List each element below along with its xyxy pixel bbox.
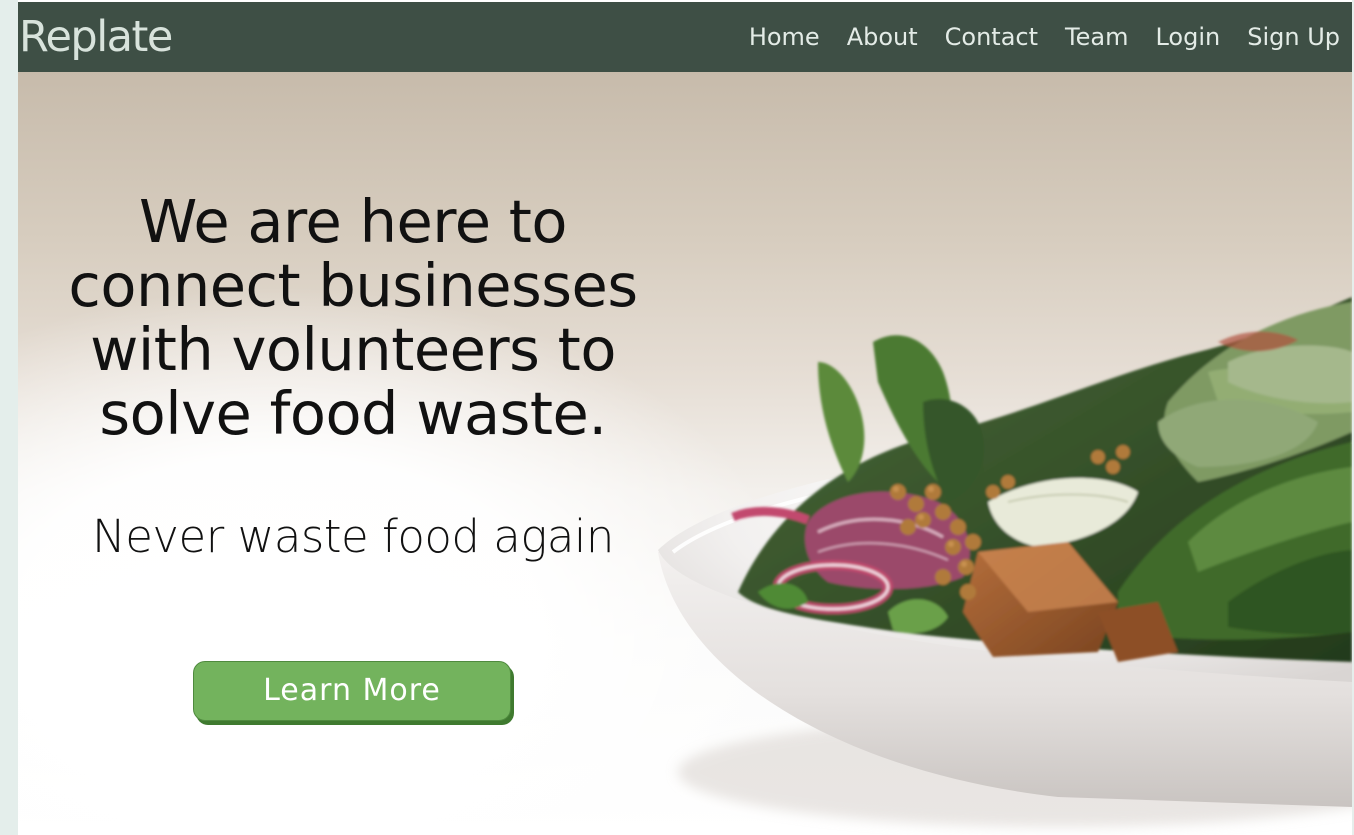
hero-subheading: Never waste food again bbox=[92, 510, 614, 563]
learn-more-button[interactable]: Learn More bbox=[193, 661, 511, 721]
brand-logo[interactable]: Replate bbox=[19, 12, 173, 62]
hero-section: We are here to connect businesses with v… bbox=[18, 72, 1352, 835]
page: Replate Home About Contact Team Login Si… bbox=[18, 0, 1352, 835]
hero-headline: We are here to connect businesses with v… bbox=[68, 187, 638, 448]
nav-signup-link[interactable]: Sign Up bbox=[1247, 22, 1340, 52]
nav-contact-link[interactable]: Contact bbox=[945, 22, 1038, 52]
left-side-strip bbox=[0, 0, 18, 835]
nav-links: Home About Contact Team Login Sign Up bbox=[749, 22, 1340, 52]
nav-login-link[interactable]: Login bbox=[1155, 22, 1220, 52]
nav-team-link[interactable]: Team bbox=[1065, 22, 1128, 52]
nav-home-link[interactable]: Home bbox=[749, 22, 820, 52]
nav-about-link[interactable]: About bbox=[847, 22, 918, 52]
navbar: Replate Home About Contact Team Login Si… bbox=[18, 2, 1352, 72]
